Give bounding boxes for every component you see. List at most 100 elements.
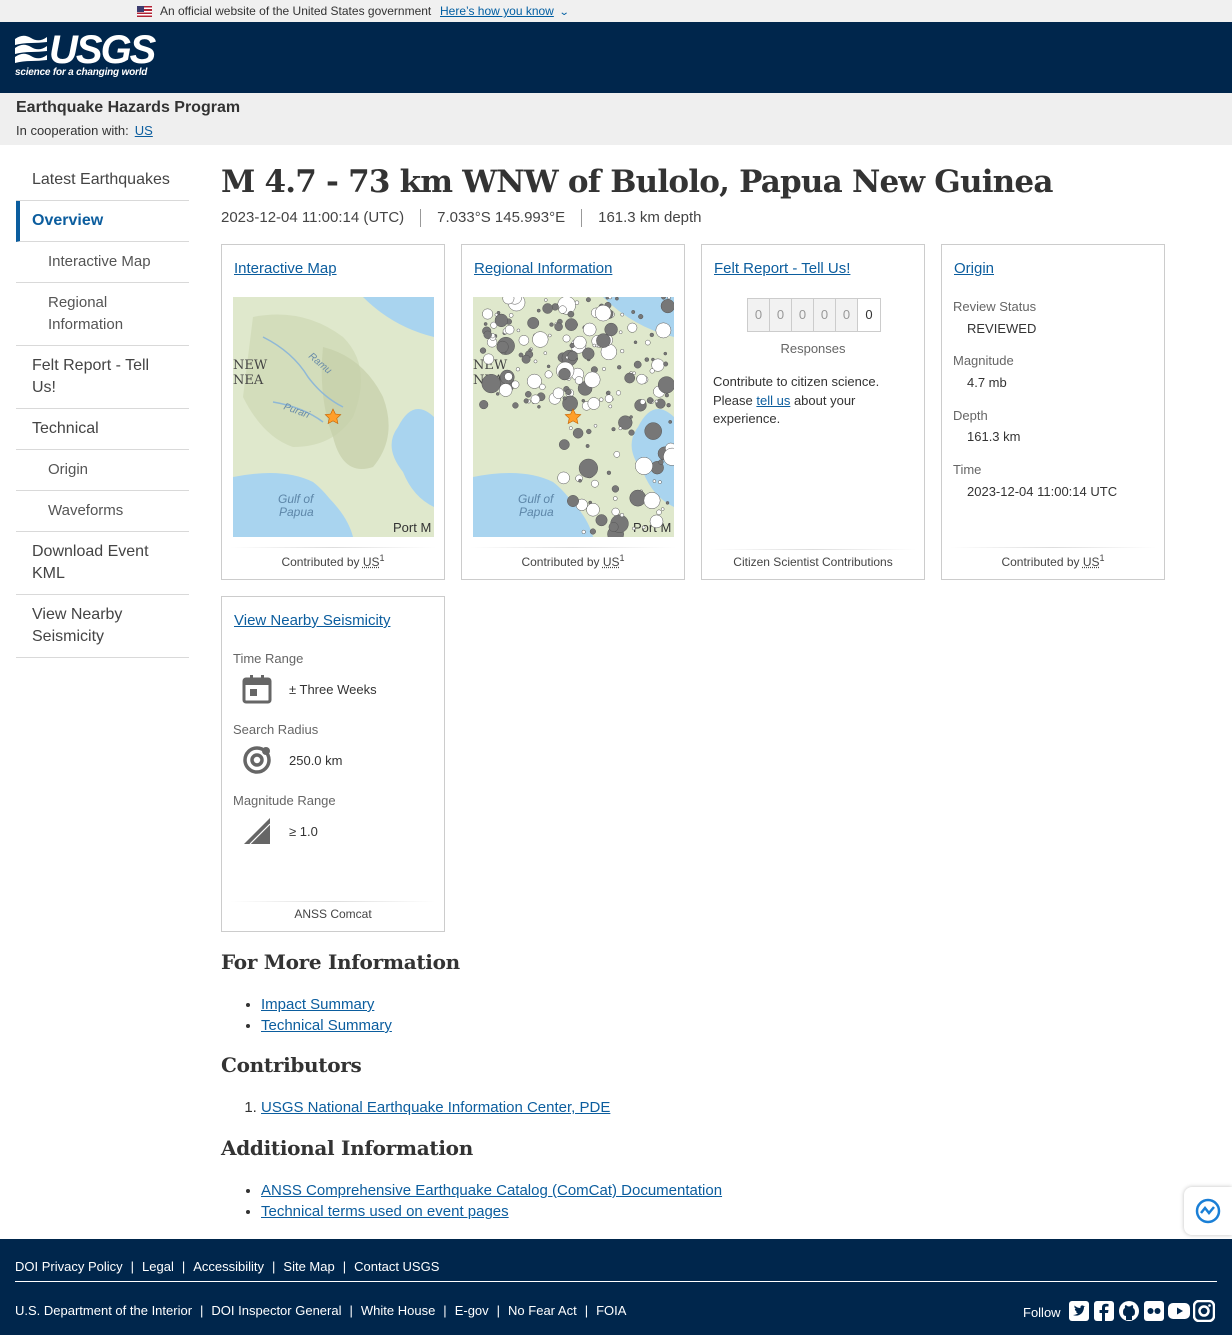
- seismicity-dot: [649, 514, 664, 529]
- seismicity-dot: [582, 322, 597, 337]
- footer-link-no-fear-act[interactable]: No Fear Act: [508, 1303, 577, 1318]
- footer-link-legal[interactable]: Legal: [142, 1259, 174, 1274]
- usgs-waves-icon: [15, 35, 47, 63]
- footer-link-site-map[interactable]: Site Map: [283, 1259, 334, 1274]
- seismicity-dot: [628, 429, 635, 436]
- program-title[interactable]: Earthquake Hazards Program: [16, 99, 240, 117]
- seismicity-dot: [481, 374, 501, 394]
- seismicity-dot: [615, 297, 619, 301]
- responses-counter: 0 0 0 0 0 0: [747, 298, 881, 332]
- regional-information-card[interactable]: Regional Information NEW NEA Gulf of Pap…: [461, 244, 685, 580]
- interactive-map-thumbnail[interactable]: NEW NEA Ramu Purari Gulf of Papua Port M: [233, 297, 434, 537]
- regional-label-gulf2: Papua: [519, 505, 554, 519]
- feedback-button[interactable]: [1184, 1187, 1232, 1235]
- nav-download-kml[interactable]: Download Event KML: [16, 532, 189, 595]
- site-footer: DOI Privacy Policy | Legal | Accessibility | S…: [0, 1239, 1232, 1335]
- seismicity-dot: [629, 415, 633, 419]
- seismicity-dot: [558, 439, 570, 450]
- impact-summary-link[interactable]: Impact Summary: [261, 996, 374, 1013]
- nearby-seismicity-link[interactable]: View Nearby Seismicity: [234, 612, 390, 629]
- nav-waveforms[interactable]: Waveforms: [16, 491, 189, 532]
- seismicity-dot: [483, 330, 492, 339]
- footer-link-inspector-general[interactable]: DOI Inspector General: [211, 1303, 341, 1318]
- seismicity-dot: [523, 398, 529, 404]
- nav-interactive-map[interactable]: Interactive Map: [16, 242, 189, 283]
- comcat-documentation-link[interactable]: ANSS Comprehensive Earthquake Catalog (C…: [261, 1182, 722, 1199]
- footer-link-egov[interactable]: E-gov: [455, 1303, 489, 1318]
- review-status-label: Review Status: [953, 299, 1037, 314]
- interactive-map-card[interactable]: Interactive Map NEW NEA Ramu Purari Gulf…: [221, 244, 445, 580]
- flickr-icon[interactable]: [1143, 1300, 1165, 1322]
- footer-link-accessibility[interactable]: Accessibility: [193, 1259, 264, 1274]
- seismicity-dot: [544, 370, 553, 379]
- map-label-new: NEW: [233, 358, 268, 373]
- search-radius-label: Search Radius: [233, 722, 319, 737]
- seismicity-dot: [632, 526, 636, 531]
- nav-felt-report[interactable]: Felt Report - Tell Us!: [16, 346, 189, 409]
- tell-us-link[interactable]: tell us: [756, 393, 790, 408]
- nav-technical[interactable]: Technical: [16, 409, 189, 450]
- seismicity-dot: [587, 397, 601, 410]
- origin-link[interactable]: Origin: [954, 260, 994, 277]
- footer-link-privacy[interactable]: DOI Privacy Policy: [15, 1259, 123, 1274]
- map-label-gulf2: Papua: [279, 505, 314, 519]
- seismicity-dot: [528, 348, 532, 352]
- twitter-icon[interactable]: [1068, 1300, 1090, 1322]
- event-depth: 161.3 km depth: [581, 209, 717, 227]
- origin-foot-sup: 1: [1099, 553, 1105, 563]
- heres-how-you-know-link[interactable]: Here’s how you know ⌄: [440, 4, 569, 18]
- interactive-map-link[interactable]: Interactive Map: [234, 260, 337, 277]
- review-status-value: REVIEWED: [967, 321, 1037, 336]
- side-nav: Latest Earthquakes Overview Interactive …: [16, 160, 189, 658]
- facebook-icon[interactable]: [1093, 1300, 1115, 1322]
- regional-information-link[interactable]: Regional Information: [474, 260, 612, 277]
- contributor-neic-link[interactable]: USGS National Earthquake Information Cen…: [261, 1099, 610, 1116]
- seismicity-dot: [558, 305, 567, 314]
- nearby-seismicity-card[interactable]: View Nearby Seismicity Time Range ± Thre…: [221, 596, 445, 932]
- map-label-gulf1: Gulf of: [278, 492, 315, 506]
- seismicity-dot: [611, 427, 616, 432]
- nav-latest-earthquakes[interactable]: Latest Earthquakes: [16, 160, 189, 201]
- felt-report-card[interactable]: Felt Report - Tell Us! 0 0 0 0 0 0 Respo…: [701, 244, 925, 580]
- seismicity-dot: [495, 392, 500, 396]
- nav-view-nearby-seismicity[interactable]: View Nearby Seismicity: [16, 595, 189, 658]
- technical-terms-link[interactable]: Technical terms used on event pages: [261, 1203, 509, 1220]
- footer-link-white-house[interactable]: White House: [361, 1303, 435, 1318]
- nav-regional-information[interactable]: Regional Information: [16, 283, 189, 346]
- regional-foot-source: US: [602, 555, 620, 569]
- footer-link-contact[interactable]: Contact USGS: [354, 1259, 439, 1274]
- responses-label: Responses: [780, 341, 846, 356]
- more-info-list: Impact Summary Technical Summary: [261, 994, 392, 1036]
- origin-card[interactable]: Origin Review Status REVIEWED Magnitude …: [941, 244, 1165, 580]
- seismicity-dot: [649, 332, 654, 338]
- origin-foot-source: US: [1082, 555, 1100, 569]
- youtube-icon[interactable]: [1168, 1300, 1190, 1322]
- regional-foot-text: Contributed by: [521, 555, 600, 569]
- seismicity-dot: [584, 371, 601, 388]
- github-icon[interactable]: [1118, 1300, 1140, 1322]
- usgs-logo[interactable]: USGS science for a changing world: [15, 28, 156, 80]
- footer-link-doi[interactable]: U.S. Department of the Interior: [15, 1303, 192, 1318]
- footer-link-foia[interactable]: FOIA: [596, 1303, 626, 1318]
- seismicity-dot: [611, 507, 620, 516]
- instagram-icon[interactable]: [1192, 1299, 1216, 1323]
- seismicity-dot: [599, 397, 604, 402]
- seismicity-dot: [552, 387, 565, 399]
- seismicity-dot: [666, 403, 671, 408]
- felt-report-link[interactable]: Felt Report - Tell Us!: [714, 260, 850, 277]
- technical-summary-link[interactable]: Technical Summary: [261, 1017, 392, 1034]
- nav-origin[interactable]: Origin: [16, 450, 189, 491]
- counter-digit: 0: [858, 299, 880, 331]
- seismicity-dot: [596, 333, 611, 348]
- seismicity-dot: [586, 428, 592, 435]
- seismicity-dot: [564, 318, 578, 331]
- seismicity-dot: [665, 501, 670, 505]
- cooperation-us-link[interactable]: US: [135, 123, 153, 138]
- seismicity-dot: [585, 444, 590, 448]
- seismicity-dot: [620, 349, 625, 354]
- seismicity-dot: [611, 485, 620, 493]
- seismicity-dot: [613, 496, 618, 501]
- regional-map-thumbnail[interactable]: NEW NEA Gulf of Papua Port M: [473, 297, 674, 537]
- nav-overview[interactable]: Overview: [16, 201, 189, 242]
- regional-foot-sup: 1: [619, 553, 625, 563]
